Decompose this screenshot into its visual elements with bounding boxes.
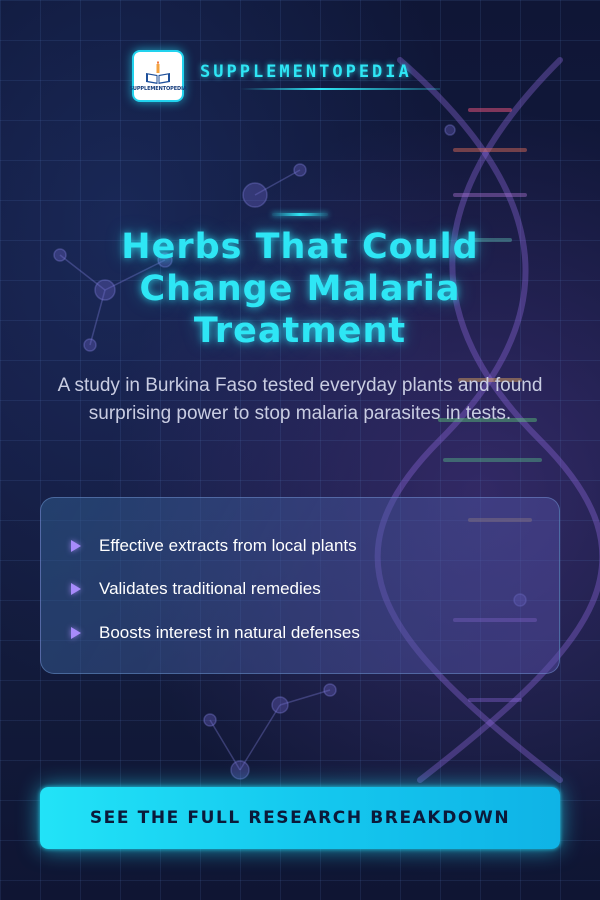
list-item: Boosts interest in natural defenses [71, 611, 559, 655]
book-candle-icon [145, 60, 171, 85]
dna-helix-decoration [53, 57, 600, 783]
brand-name-block: SUPPLEMENTOPEDIA [200, 62, 440, 90]
list-item-text: Boosts interest in natural defenses [99, 622, 360, 642]
page-subtitle: A study in Burkina Faso tested everyday … [57, 375, 543, 424]
research-breakdown-button[interactable]: SEE THE FULL RESEARCH BREAKDOWN [40, 787, 560, 849]
title-line-3: Treatment [193, 311, 407, 351]
triangle-bullet-icon [71, 626, 81, 639]
key-points-card: Effective extracts from local plants Val… [40, 497, 560, 674]
brand-header: SUPPLEMENTOPEDIA SUPPLEMENTOPEDIA [129, 50, 440, 102]
cta-label: SEE THE FULL RESEARCH BREAKDOWN [89, 808, 511, 828]
page-title: Herbs That Could Change Malaria Treatmen… [60, 226, 540, 352]
title-line-2: Change Malaria [139, 269, 461, 309]
brand-logo: SUPPLEMENTOPEDIA [129, 50, 187, 102]
list-item-text: Validates traditional remedies [99, 579, 321, 599]
brand-underline [240, 88, 440, 90]
triangle-bullet-icon [71, 583, 81, 596]
brand-name: SUPPLEMENTOPEDIA [200, 62, 412, 82]
list-item: Validates traditional remedies [71, 568, 559, 612]
background-grid [0, 0, 600, 900]
title-accent-line [272, 213, 328, 216]
title-line-1: Herbs That Could [121, 227, 479, 267]
list-item: Effective extracts from local plants [71, 524, 559, 568]
list-item-text: Effective extracts from local plants [99, 535, 357, 555]
promo-card: SUPPLEMENTOPEDIA SUPPLEMENTOPEDIA Herbs … [0, 0, 600, 900]
triangle-bullet-icon [71, 539, 81, 552]
logo-wordmark: SUPPLEMENTOPEDIA [129, 85, 187, 92]
